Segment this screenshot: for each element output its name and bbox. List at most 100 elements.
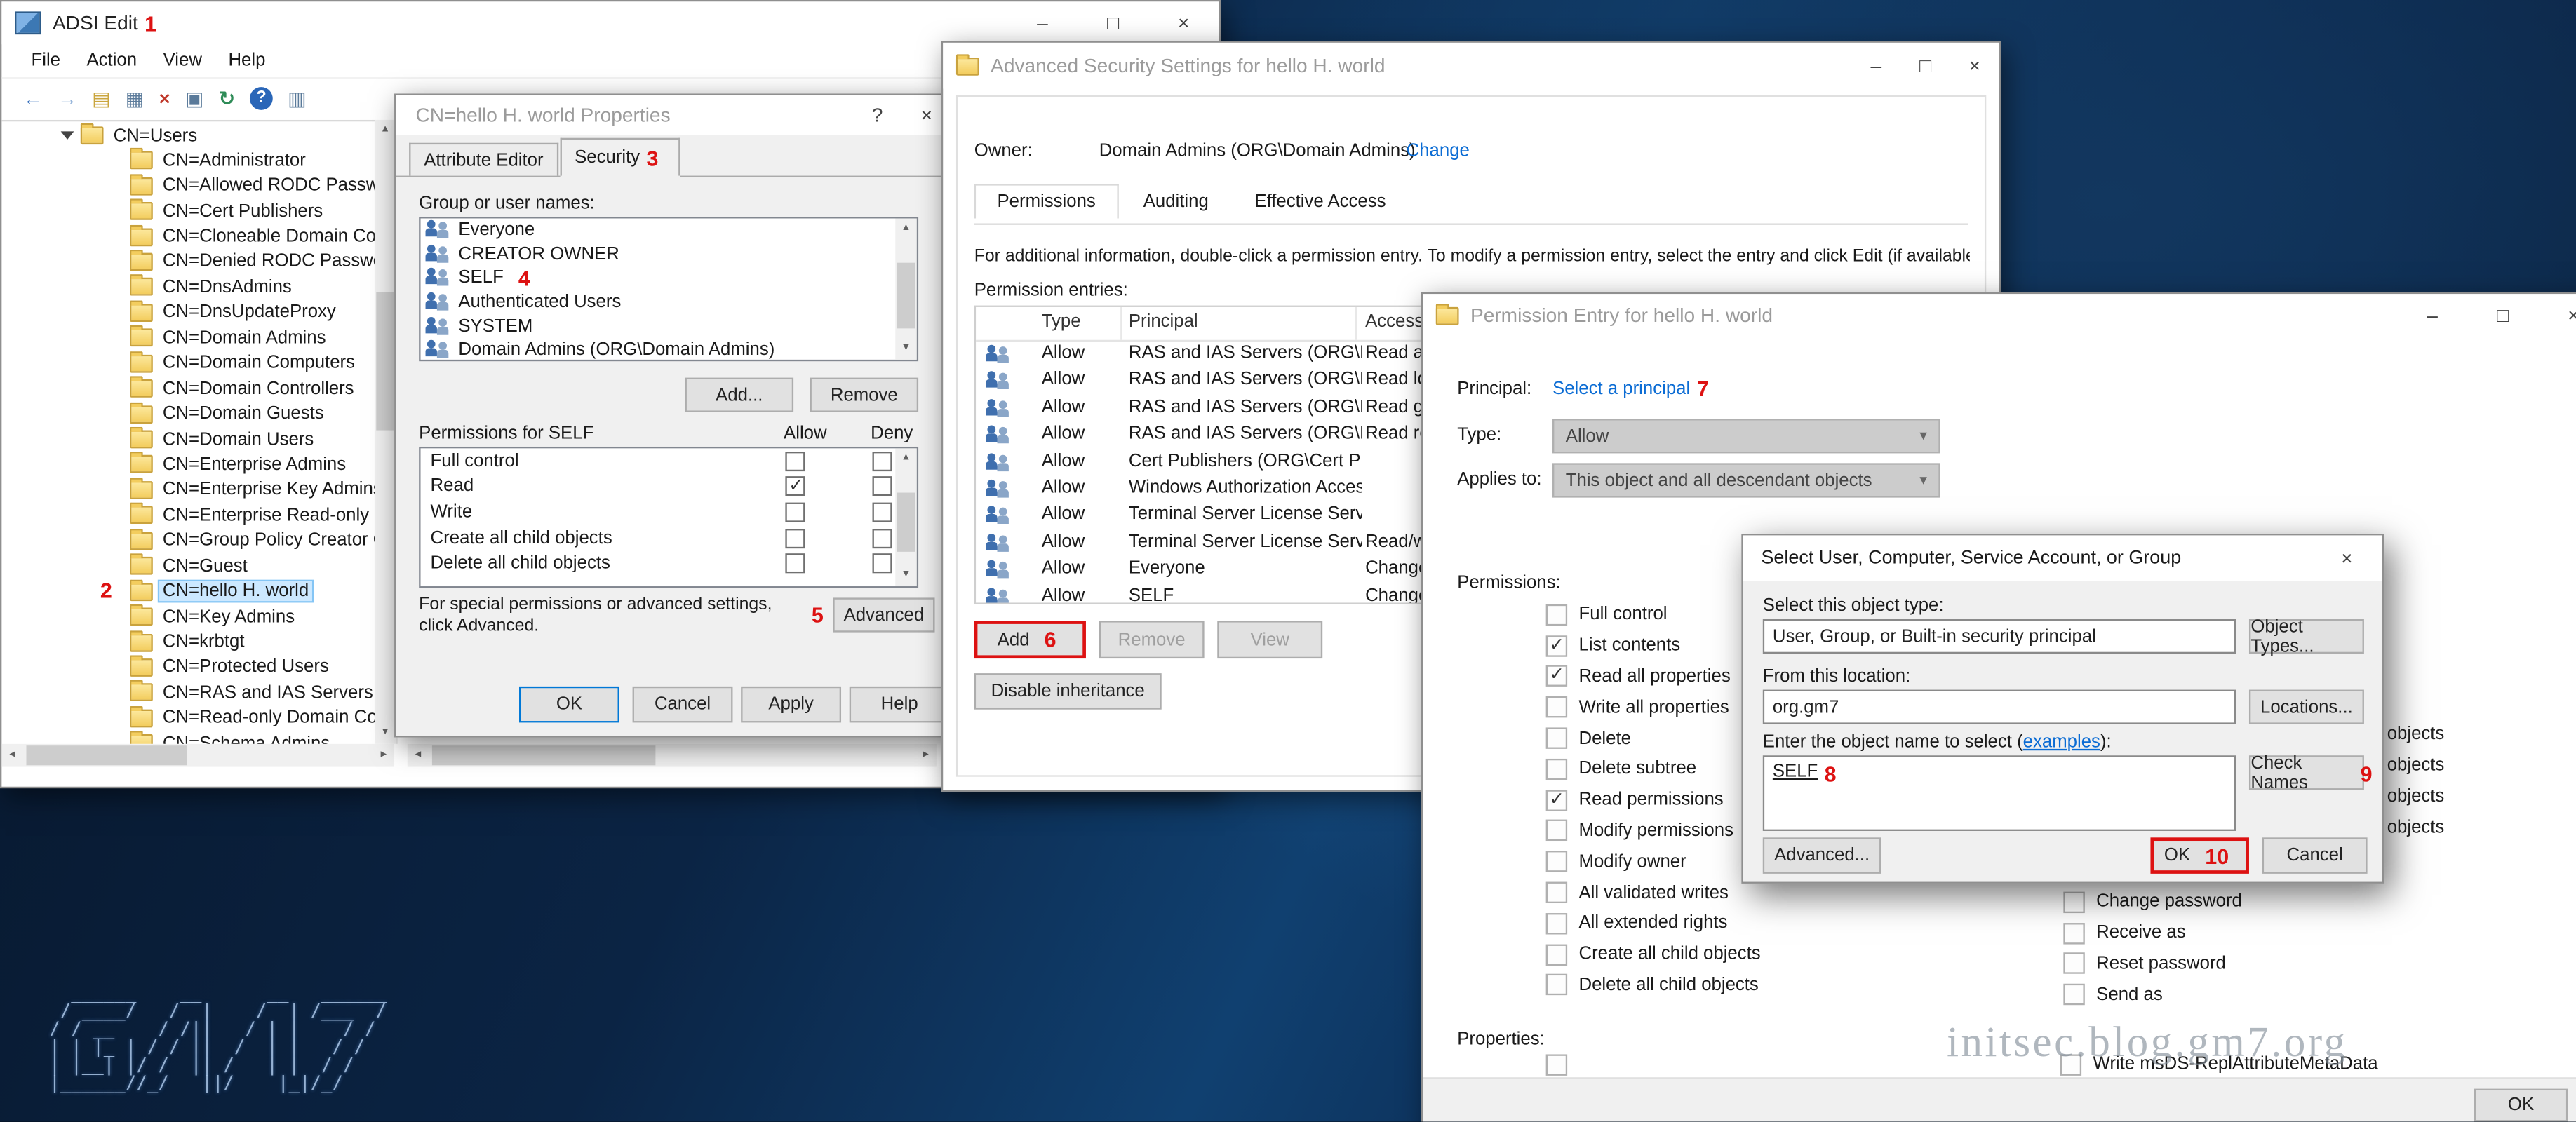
tab[interactable]: Effective Access [1233,186,1407,219]
remove-button[interactable]: Remove [810,378,919,412]
permission-checkbox[interactable] [1546,666,1567,687]
permission-checkbox-row[interactable]: Change password [2063,887,2241,918]
properties-titlebar[interactable]: CN=hello H. world Properties ? × [396,95,951,135]
menu-item[interactable]: View [150,51,215,71]
tree-item[interactable]: CN=Domain Guests [1,401,396,426]
scroll-up-icon[interactable]: ▲ [895,218,916,239]
permission-checkbox[interactable] [1546,697,1567,718]
tree-item[interactable]: CN=Domain Computers [1,351,396,376]
permission-checkbox[interactable] [2063,984,2084,1005]
permission-row[interactable]: Full control [421,448,917,474]
permission-checkbox-row[interactable]: Delete subtree [1546,754,1761,785]
scroll-down-icon[interactable]: ▼ [895,565,916,586]
group-row[interactable]: Everyone [421,218,917,242]
permission-checkbox[interactable] [1546,759,1567,780]
console-tree-icon[interactable]: ▤ [92,87,111,110]
advanced-button[interactable]: Advanced... [1763,837,1881,874]
permission-checkbox[interactable] [1546,851,1567,872]
property-checkbox[interactable] [1546,1054,1567,1075]
back-icon[interactable]: ← [23,87,43,110]
permission-checkbox-row[interactable]: Receive as [2063,918,2241,949]
delete-icon[interactable]: × [159,87,170,110]
permission-checkbox-row[interactable]: All validated writes [1546,877,1761,908]
tab[interactable]: Security 3 [560,138,680,176]
permission-checkbox-row[interactable]: Modify permissions [1546,816,1761,846]
cancel-button[interactable]: Cancel [633,687,733,723]
permission-checkbox-row[interactable]: Delete all child objects [1546,970,1761,1001]
scroll-left-icon[interactable]: ◄ [408,745,429,766]
maximize-icon[interactable]: □ [1078,1,1148,44]
permission-checkbox-row[interactable]: Create all child objects [1546,939,1761,970]
tree-item[interactable]: 2 CN=hello H. world [1,579,396,604]
permission-checkbox[interactable] [1546,882,1567,903]
permission-checkbox-row[interactable]: Read all properties [1546,661,1761,692]
permission-checkbox-row[interactable]: List contents [1546,630,1761,661]
select-principal-link[interactable]: Select a principal [1552,379,1690,399]
tree-item[interactable]: CN=Enterprise Key Admins [1,478,396,503]
select-dialog-titlebar[interactable]: Select User, Computer, Service Account, … [1743,535,2382,581]
tab[interactable]: Attribute Editor [409,143,558,176]
scroll-down-icon[interactable]: ▼ [895,338,916,359]
property-checkbox-row[interactable]: Write msDS-ReplAttributeMetaData [2060,1049,2378,1080]
scroll-down-icon[interactable]: ▼ [375,722,396,743]
tree-item[interactable]: CN=Protected Users [1,655,396,680]
tree-vertical-scrollbar[interactable]: ▲ ▼ [375,120,396,744]
menu-item[interactable]: File [18,51,74,71]
allow-checkbox[interactable] [785,503,805,522]
minimize-icon[interactable]: – [2397,294,2468,337]
permission-row[interactable]: Read [421,474,917,500]
scroll-right-icon[interactable]: ► [373,745,394,766]
add-button[interactable]: Add 6 [974,621,1086,658]
menu-item[interactable]: Help [215,51,279,71]
permission-entry-titlebar[interactable]: Permission Entry for hello H. world – □ … [1423,294,2576,337]
scrollbar-thumb[interactable] [897,493,915,552]
permission-checkbox-row[interactable]: Delete [1546,723,1761,754]
properties-icon[interactable]: ▣ [185,87,204,110]
check-names-button[interactable]: Check Names 9 [2249,755,2364,790]
maximize-icon[interactable]: □ [1901,43,1950,89]
scroll-up-icon[interactable]: ▲ [895,448,916,469]
permission-checkbox[interactable] [2063,953,2084,974]
scroll-right-icon[interactable]: ► [915,745,936,766]
deny-checkbox[interactable] [873,452,892,471]
group-list-scrollbar[interactable]: ▲ ▼ [895,218,916,359]
permission-checkbox[interactable] [2063,891,2084,912]
column-type[interactable]: Type [1042,312,1081,332]
location-field[interactable]: org.gm7 [1763,690,2236,724]
scrollbar-track[interactable] [375,141,396,722]
examples-link[interactable]: examples [2023,732,2100,752]
scrollbar-track[interactable] [429,744,915,767]
allow-checkbox[interactable] [785,477,805,496]
disable-inheritance-button[interactable]: Disable inheritance [974,673,1162,710]
add-button[interactable]: Add... [685,378,794,412]
scrollbar-track[interactable] [895,240,916,339]
tree-item[interactable]: CN=Key Admins [1,604,396,630]
object-name-input[interactable]: SELF 8 [1763,755,2236,831]
deny-checkbox[interactable] [873,477,892,496]
tree-item[interactable]: CN=Guest [1,553,396,579]
permission-row[interactable]: Create all child objects [421,525,917,551]
deny-checkbox[interactable] [873,554,892,574]
permission-row[interactable]: Write [421,499,917,525]
tree-item[interactable]: CN=RAS and IAS Servers [1,680,396,705]
tree-item[interactable]: CN=Enterprise Read-only Dom [1,503,396,528]
permissions-list[interactable]: Full control Read Write [419,447,918,588]
tree-item[interactable]: CN=Read-only Domain Contr [1,705,396,731]
permission-checkbox-row[interactable]: Read permissions [1546,785,1761,816]
scrollbar-thumb[interactable] [376,292,394,431]
close-icon[interactable]: × [1148,1,1219,44]
tree-item[interactable]: CN=Cloneable Domain Contro [1,224,396,249]
refresh-icon[interactable]: ↻ [219,87,236,110]
export-list-icon[interactable]: ▦ [126,87,145,110]
permissions-scrollbar[interactable]: ▲ ▼ [895,448,916,586]
minimize-icon[interactable]: – [1007,1,1078,44]
tree-item[interactable]: CN=DnsAdmins [1,275,396,300]
help-icon[interactable]: ? [852,95,901,135]
group-row[interactable]: CREATOR OWNER [421,243,917,266]
deny-checkbox[interactable] [873,528,892,548]
permission-checkbox-row[interactable]: All extended rights [1546,908,1761,939]
permission-checkbox-row[interactable]: Write all properties [1546,692,1761,723]
applies-to-dropdown[interactable]: This object and all descendant objects [1552,463,1940,497]
tree-item[interactable]: CN=Allowed RODC Password R [1,173,396,198]
list-view-icon[interactable]: ▥ [288,87,307,110]
